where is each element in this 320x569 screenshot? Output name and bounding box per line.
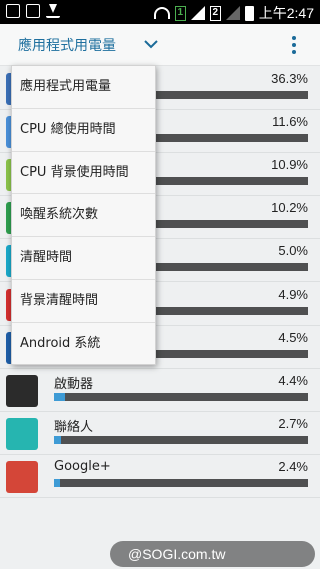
wifi-icon	[153, 7, 170, 19]
app-bar: 應用程式用電量	[0, 24, 320, 66]
menu-item-android-system[interactable]: Android 系統	[12, 323, 155, 366]
signal2-icon	[225, 6, 240, 20]
usage-percent: 4.5%	[278, 329, 308, 345]
usage-percent: 2.7%	[278, 415, 308, 431]
page-title[interactable]: 應用程式用電量	[18, 35, 116, 55]
download-icon	[46, 4, 60, 18]
menu-item-cpu-background[interactable]: CPU 背景使用時間	[12, 152, 155, 195]
overflow-menu-icon[interactable]	[286, 34, 302, 56]
usage-percent: 4.4%	[278, 372, 308, 388]
app-name: 啟動器	[54, 376, 94, 392]
app-icon	[6, 417, 38, 450]
watermark: @SOGI.com.tw	[110, 541, 315, 567]
usage-percent: 10.9%	[271, 157, 308, 173]
usage-percent: 4.9%	[278, 286, 308, 302]
status-right-icons: 1 2 上午2:47	[153, 3, 314, 23]
chevron-down-icon[interactable]	[143, 36, 159, 52]
usage-percent: 2.4%	[278, 458, 308, 474]
status-left-icons	[6, 4, 60, 18]
list-item[interactable]: Google+ 2.4%	[0, 454, 320, 498]
app-name: 聯絡人	[54, 419, 94, 435]
menu-item-app-power[interactable]: 應用程式用電量	[12, 66, 155, 109]
notification-image-icon	[26, 4, 40, 18]
app-icon	[6, 460, 38, 493]
usage-percent: 11.6%	[272, 114, 308, 130]
usage-bar-fill	[54, 435, 61, 444]
usage-bar-fill	[54, 392, 66, 401]
usage-bar-fill	[54, 478, 61, 487]
list-item[interactable]: 啟動器 4.4%	[0, 368, 320, 412]
menu-item-awake-time[interactable]: 清醒時間	[12, 237, 155, 280]
battery-icon	[244, 5, 254, 21]
signal1-icon	[190, 6, 205, 20]
menu-item-wakeups[interactable]: 喚醒系統次數	[12, 194, 155, 238]
usage-bar	[54, 435, 308, 444]
usage-percent: 10.2%	[271, 200, 308, 216]
status-clock: 上午2:47	[258, 5, 314, 21]
app-name: Google+	[54, 458, 111, 474]
dropdown-menu: 應用程式用電量 CPU 總使用時間 CPU 背景使用時間 喚醒系統次數 清醒時間…	[11, 65, 156, 365]
usage-bar	[54, 478, 308, 487]
usage-percent: 5.0%	[278, 243, 308, 259]
notification-mail-icon	[6, 4, 20, 18]
sim2-icon: 2	[209, 5, 221, 21]
usage-bar	[54, 392, 308, 401]
list-item[interactable]: 聯絡人 2.7%	[0, 411, 320, 455]
status-bar: 1 2 上午2:47	[0, 0, 320, 24]
menu-item-cpu-total[interactable]: CPU 總使用時間	[12, 109, 155, 152]
usage-percent: 36.3%	[271, 71, 308, 86]
menu-item-background-awake[interactable]: 背景清醒時間	[12, 280, 155, 323]
app-icon	[6, 374, 38, 407]
sim1-icon: 1	[174, 5, 186, 21]
